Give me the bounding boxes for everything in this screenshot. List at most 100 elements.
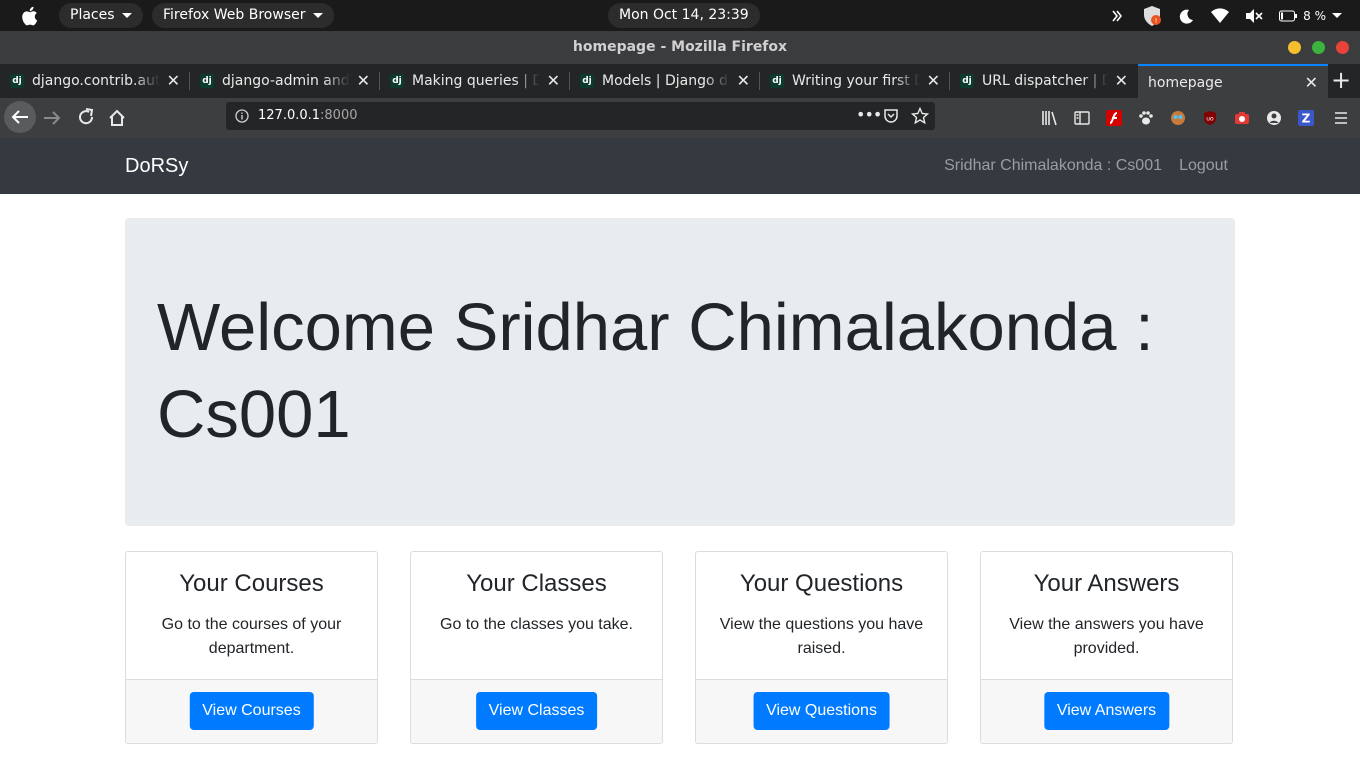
tab-label: Making queries | Django [412,73,540,89]
django-favicon-icon: dj [960,74,974,88]
svg-text:uo: uo [1206,116,1214,123]
forward-button[interactable] [38,104,66,132]
minimize-button[interactable] [1288,41,1301,54]
nav-user-link[interactable]: Sridhar Chimalakonda : Cs001 [944,138,1162,194]
close-tab-icon[interactable]: ✕ [357,64,370,98]
clock[interactable]: Mon Oct 14, 23:39 [608,3,760,28]
url-text[interactable]: 127.0.0.1:8000 [258,102,358,130]
tab[interactable]: dj Writing your first Django app ✕ [760,64,950,98]
account-icon [1267,111,1281,125]
tab[interactable]: dj django-admin and manage.py ✕ [190,64,380,98]
url-host: 127.0.0.1 [258,108,321,123]
url-bar[interactable]: 127.0.0.1:8000 ••• [226,102,935,130]
card-title: Your Classes [466,570,607,597]
close-tab-icon[interactable]: ✕ [737,64,750,98]
caret-down-icon [121,12,132,18]
tab[interactable]: dj URL dispatcher | Django ✕ [950,64,1138,98]
card-text: View the questions you have raised. [719,616,924,657]
close-tab-icon[interactable]: ✕ [1305,66,1318,98]
tab-label: URL dispatcher | Django [982,73,1108,89]
pocket-icon[interactable] [883,108,899,124]
volume-muted-icon [1246,8,1263,23]
django-favicon-icon: dj [10,74,24,88]
close-tab-icon[interactable]: ✕ [547,64,560,98]
maximize-button[interactable] [1312,41,1325,54]
card-title: Your Courses [179,570,324,597]
library-button[interactable] [1034,98,1066,138]
home-button[interactable] [103,104,131,132]
extension-button[interactable]: Z [1290,98,1322,138]
extension-button[interactable] [1130,98,1162,138]
face-extension-icon [1171,111,1185,125]
close-tab-icon[interactable]: ✕ [167,64,180,98]
tab-strip: dj django.contrib.auth ✕ dj django-admin… [0,64,1360,98]
classes-card: Your Classes Go to the classes you take.… [410,551,663,744]
apple-icon[interactable] [20,6,38,26]
card-text: View the answers you have provided. [1009,616,1204,657]
card-footer: View Classes [411,679,662,743]
card-footer: View Questions [696,679,947,743]
account-button[interactable] [1258,98,1290,138]
close-tab-icon[interactable]: ✕ [927,64,940,98]
close-window-button[interactable] [1336,41,1349,54]
back-button[interactable] [4,101,36,133]
logout-link[interactable]: Logout [1179,138,1228,194]
jumbotron: Welcome Sridhar Chimalakonda : Cs001 [125,218,1235,526]
places-menu[interactable]: Places [59,3,143,28]
card-footer: View Answers [981,679,1232,743]
shield-icon [1112,10,1123,21]
tab-active[interactable]: homepage ✕ [1138,64,1328,98]
sidebar-button[interactable] [1066,98,1098,138]
answers-card: Your Answers View the answers you have p… [980,551,1233,744]
svg-text:!: ! [1155,17,1158,25]
view-questions-button[interactable]: View Questions [753,692,890,730]
battery-icon [1279,10,1298,21]
svg-text:Z: Z [1302,112,1311,126]
card-title: Your Questions [739,570,904,597]
night-light-icon [1179,9,1194,24]
tab[interactable]: dj Models | Django documentation ✕ [570,64,760,98]
system-top-bar: Places Firefox Web Browser Mon Oct 14, 2… [0,0,1360,31]
view-classes-button[interactable]: View Classes [475,692,598,730]
app-menu[interactable]: Firefox Web Browser [152,3,334,28]
tab-label: django.contrib.auth [32,73,160,89]
tab[interactable]: dj django.contrib.auth ✕ [0,64,190,98]
hamburger-menu-icon [1335,112,1347,124]
extension-button[interactable] [1162,98,1194,138]
view-answers-button[interactable]: View Answers [1043,692,1170,730]
browser-toolbar: 127.0.0.1:8000 ••• uo Z [0,98,1360,138]
site-brand[interactable]: DoRSy [125,138,188,194]
card-text: Go to the classes you take. [440,616,633,633]
tab[interactable]: dj Making queries | Django ✕ [380,64,570,98]
extension-button[interactable]: uo [1194,98,1226,138]
reload-button[interactable] [72,104,100,132]
tab-label: django-admin and manage.py [222,73,350,89]
window-title: homepage - Mozilla Firefox [572,39,788,55]
arrow-right-icon [44,111,61,125]
new-tab-button[interactable]: + [1328,64,1354,98]
wifi-icon [1211,7,1230,23]
arrow-left-icon [11,110,28,124]
card-footer: View Courses [126,679,377,743]
bookmark-star-icon[interactable] [911,107,929,125]
extension-button[interactable] [1098,98,1130,138]
tab-label: Models | Django documentation [602,73,730,89]
app-menu-label: Firefox Web Browser [163,7,306,23]
page-actions-icon[interactable]: ••• [856,105,882,124]
card-title: Your Answers [1033,570,1180,597]
url-port: :8000 [320,108,358,123]
caret-down-icon [312,12,323,18]
system-tray[interactable]: ! 8 % [1109,0,1342,31]
info-icon[interactable] [235,109,249,123]
toolbar-extensions: uo Z [1034,98,1360,138]
close-tab-icon[interactable]: ✕ [1115,64,1128,98]
menu-button[interactable] [1322,98,1360,138]
django-favicon-icon: dj [200,74,214,88]
welcome-heading: Welcome Sridhar Chimalakonda : Cs001 [157,290,1154,452]
extension-button[interactable] [1226,98,1258,138]
django-favicon-icon: dj [390,74,404,88]
view-courses-button[interactable]: View Courses [189,692,314,730]
tab-label: Writing your first Django app [792,73,920,89]
reload-icon [79,108,94,125]
card-text: Go to the courses of your department. [161,616,342,657]
